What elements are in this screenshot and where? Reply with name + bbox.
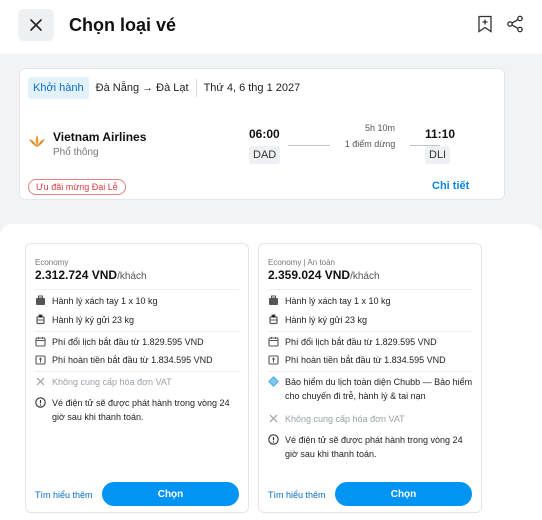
close-button[interactable] xyxy=(18,9,54,41)
x-icon xyxy=(35,376,46,387)
divider xyxy=(35,289,239,290)
share-button[interactable] xyxy=(505,14,525,34)
fare-card-economy: Economy 2.312.724 VND/khách Hành lý xách… xyxy=(25,243,249,513)
checked-bag-icon xyxy=(268,314,279,325)
divider xyxy=(268,371,472,372)
divider xyxy=(35,331,239,332)
flight-info-row: Khởi hành Đà Nẵng → Đà Lạt Thứ 4, 6 thg … xyxy=(28,77,307,99)
feature-text: Không cung cấp hóa đơn VAT xyxy=(52,377,172,387)
x-icon xyxy=(268,413,279,424)
fare-label: Economy | An toàn xyxy=(268,258,336,267)
promo-badge: Ưu đãi mừng Đại Lễ xyxy=(28,179,126,195)
feature-item: Phí đổi lịch bắt đầu từ 1.829.595 VND xyxy=(35,335,240,349)
divider xyxy=(268,289,472,290)
airline-logo-icon xyxy=(29,135,45,147)
cabin-bag-icon xyxy=(268,295,279,306)
flight-duration: 5h 10m xyxy=(364,123,396,133)
divider xyxy=(268,331,472,332)
feature-item: Bảo hiểm du lịch toàn diện Chubb — Bảo h… xyxy=(268,375,473,403)
feature-item-unavailable: Không cung cấp hóa đơn VAT xyxy=(268,412,473,426)
feature-item: Hành lý ký gửi 23 kg xyxy=(268,313,473,327)
page-title: Chọn loại vé xyxy=(69,15,177,35)
learn-more-link[interactable]: Tìm hiểu thêm xyxy=(268,490,326,500)
feature-item: Vé điện tử sẽ được phát hành trong vòng … xyxy=(35,396,240,424)
price-unit: /khách xyxy=(350,271,380,282)
direction-chip: Khởi hành xyxy=(28,77,89,99)
feature-item: Phí đổi lịch bắt đầu từ 1.829.595 VND xyxy=(268,335,473,349)
feature-text: Vé điện tử sẽ được phát hành trong vòng … xyxy=(52,398,230,422)
close-icon xyxy=(30,19,42,31)
refund-icon xyxy=(35,354,46,365)
flight-detail-link[interactable]: Chi tiết xyxy=(432,180,469,192)
route-line-left xyxy=(288,145,330,146)
feature-item: Phí hoàn tiền bắt đầu từ 1.834.595 VND xyxy=(35,353,240,367)
feature-item: Hành lý ký gửi 23 kg xyxy=(35,313,240,327)
top-bar: Chọn loại vé xyxy=(0,0,542,54)
calendar-change-icon xyxy=(35,336,46,347)
divider xyxy=(35,371,239,372)
route-text: Đà Nẵng → Đà Lạt xyxy=(95,82,189,94)
cabin-bag-icon xyxy=(35,295,46,306)
price-value: 2.312.724 VND xyxy=(35,268,118,282)
info-icon xyxy=(268,434,279,445)
feature-text: Phí đổi lịch bắt đầu từ 1.829.595 VND xyxy=(52,337,204,347)
fare-card-economy-safe: Economy | An toàn 2.359.024 VND/khách Hà… xyxy=(258,243,482,513)
price-unit: /khách xyxy=(117,271,147,282)
fare-price: 2.312.724 VND/khách xyxy=(35,268,147,282)
feature-item: Hành lý xách tay 1 x 10 kg xyxy=(268,294,473,308)
cabin-class: Phổ thông xyxy=(53,147,99,158)
price-value: 2.359.024 VND xyxy=(268,268,351,282)
select-fare-button[interactable]: Chọn xyxy=(102,482,239,506)
refund-icon xyxy=(268,354,279,365)
feature-text: Hành lý xách tay 1 x 10 kg xyxy=(285,296,391,306)
feature-text: Hành lý ký gửi 23 kg xyxy=(52,315,135,325)
calendar-change-icon xyxy=(268,336,279,347)
arrive-airport-code: DLI xyxy=(425,146,451,164)
arrive-time: 11:10 xyxy=(425,127,456,141)
depart-time: 06:00 xyxy=(249,127,280,141)
checked-bag-icon xyxy=(35,314,46,325)
select-fare-button[interactable]: Chọn xyxy=(335,482,472,506)
feature-text: Phí đổi lịch bắt đầu từ 1.829.595 VND xyxy=(285,337,437,347)
feature-item: Phí hoàn tiền bắt đầu từ 1.834.595 VND xyxy=(268,353,473,367)
fare-price: 2.359.024 VND/khách xyxy=(268,268,380,282)
fare-label: Economy xyxy=(35,258,69,267)
airline-name: Vietnam Airlines xyxy=(53,130,147,144)
feature-text: Phí hoàn tiền bắt đầu từ 1.834.595 VND xyxy=(52,355,213,365)
feature-item-unavailable: Không cung cấp hóa đơn VAT xyxy=(35,375,240,389)
feature-text: Hành lý xách tay 1 x 10 kg xyxy=(52,296,158,306)
learn-more-link[interactable]: Tìm hiểu thêm xyxy=(35,490,93,500)
share-icon xyxy=(507,15,523,33)
feature-text: Phí hoàn tiền bắt đầu từ 1.834.595 VND xyxy=(285,355,446,365)
stops-text: 1 điểm dừng xyxy=(344,139,396,149)
flight-summary-card: Khởi hành Đà Nẵng → Đà Lạt Thứ 4, 6 thg … xyxy=(19,68,505,200)
feature-text: Hành lý ký gửi 23 kg xyxy=(285,315,368,325)
depart-airport-code: DAD xyxy=(249,146,281,164)
bookmark-button[interactable] xyxy=(475,14,495,34)
feature-item: Vé điện tử sẽ được phát hành trong vòng … xyxy=(268,433,473,461)
date-text: Thứ 4, 6 thg 1 2027 xyxy=(203,82,301,94)
info-icon xyxy=(35,397,46,408)
insurance-icon xyxy=(268,376,279,387)
feature-item: Hành lý xách tay 1 x 10 kg xyxy=(35,294,240,308)
feature-text: Vé điện tử sẽ được phát hành trong vòng … xyxy=(285,435,463,459)
feature-text: Bảo hiểm du lịch toàn diện Chubb — Bảo h… xyxy=(285,377,473,401)
feature-text: Không cung cấp hóa đơn VAT xyxy=(285,414,405,424)
bookmark-add-icon xyxy=(478,15,492,33)
